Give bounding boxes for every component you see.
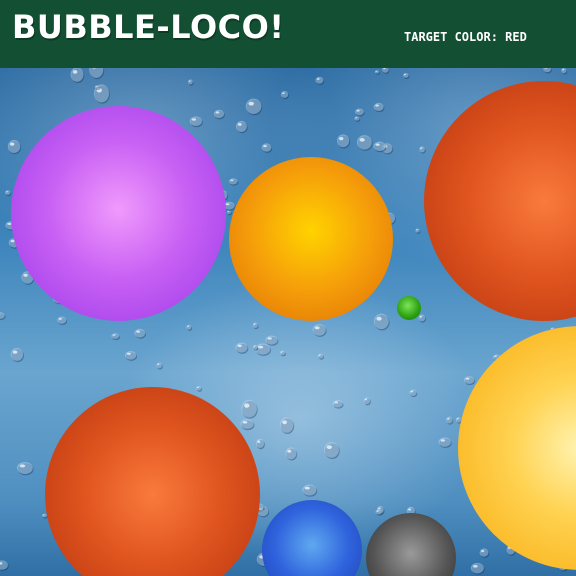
playfield[interactable] (0, 68, 576, 576)
target-color-label: TARGET COLOR: (404, 30, 498, 44)
bubble-purple[interactable] (11, 106, 226, 321)
game-screen: BUBBLE-LOCO! TARGET COLOR: RED (0, 0, 576, 576)
target-color-indicator: TARGET COLOR: RED (404, 29, 527, 45)
game-title: BUBBLE-LOCO! (12, 8, 285, 46)
bubble-green[interactable] (397, 296, 421, 320)
bubble-orange[interactable] (229, 157, 393, 321)
top-bar: BUBBLE-LOCO! TARGET COLOR: RED (0, 0, 576, 68)
target-color-value: RED (505, 30, 527, 44)
